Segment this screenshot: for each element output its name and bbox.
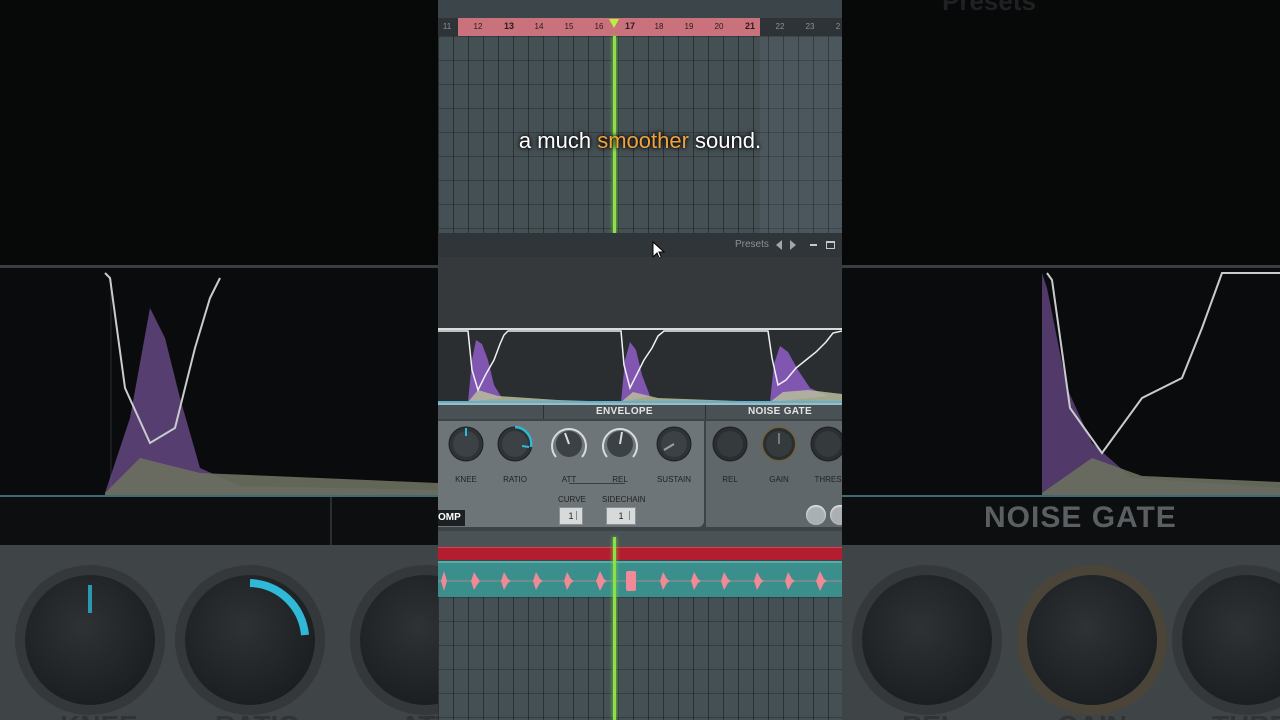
comp-tab[interactable]: OMP <box>438 510 465 526</box>
blur-waveform <box>842 268 1280 498</box>
blur-knee-knob <box>25 575 155 705</box>
ruler-bar-18: 18 <box>654 22 664 31</box>
blur-label-thres: THRES <box>1212 710 1280 720</box>
minimize-icon[interactable] <box>810 244 817 246</box>
section-divider <box>543 405 544 419</box>
waveform-display <box>438 328 842 406</box>
caption-after: sound. <box>695 128 762 153</box>
blur-dark-area <box>0 0 438 265</box>
gain-knob[interactable]: GAIN <box>760 425 798 484</box>
plugin-header-area <box>438 257 842 330</box>
playlist-grid-bottom[interactable] <box>438 597 842 720</box>
preset-next-icon[interactable] <box>790 240 796 250</box>
section-divider <box>705 405 706 419</box>
ruler-bar-13: 13 <box>503 21 514 31</box>
att-rel-link-line <box>569 483 625 484</box>
thres-label: THRES <box>814 475 842 484</box>
subtitle-caption: a much smoother sound. <box>438 128 842 154</box>
pattern-clip-header[interactable] <box>438 547 842 560</box>
background-blur-right: Presets NOISE GATE REL GAIN THRES <box>842 0 1280 720</box>
sidechain-label: SIDECHAIN <box>602 495 646 504</box>
sustain-knob[interactable]: SUSTAIN <box>655 425 693 484</box>
ruler-bar-22: 22 <box>775 22 785 31</box>
blur-label-knee: KNEE <box>60 710 138 720</box>
playhead-marker[interactable] <box>609 19 619 28</box>
ruler-bar-23: 23 <box>805 22 815 31</box>
rel-knob[interactable]: REL <box>601 425 639 484</box>
blur-scope-band <box>842 265 1280 498</box>
section-labels-bar: ENVELOPE NOISE GATE <box>438 403 842 419</box>
ruler-bar-12: 12 <box>473 22 483 31</box>
ruler-bar-11: 11 <box>442 22 452 31</box>
timeline-ruler[interactable]: 11 12 13 14 15 16 17 18 19 20 21 22 23 2 <box>438 18 842 36</box>
blur-att-knob <box>360 575 438 705</box>
playhead-line-lower <box>613 537 616 720</box>
ruler-bar-17: 17 <box>624 21 635 31</box>
ratio-knob[interactable]: RATIO <box>496 425 534 484</box>
gate-rel-knob[interactable]: REL <box>711 425 749 484</box>
blur-label-band: NOISE GATE <box>842 495 1280 547</box>
curve-label: CURVE <box>558 495 586 504</box>
ruler-bar-16: 16 <box>594 22 604 31</box>
blur-knob-area: KNEE RATIO ATT <box>0 545 438 720</box>
blur-gain-knob <box>1027 575 1157 705</box>
ruler-bar-24: 2 <box>835 22 841 31</box>
video-frame: 11 12 13 14 15 16 17 18 19 20 21 22 23 2… <box>438 0 842 720</box>
gate-option-button[interactable] <box>806 505 826 525</box>
envelope-section-label: ENVELOPE <box>596 406 653 417</box>
curve-spinbox[interactable]: 1 <box>559 507 583 525</box>
noise-gate-section-label: NOISE GATE <box>748 406 812 417</box>
blur-rel-knob <box>862 575 992 705</box>
maximize-icon[interactable] <box>826 241 835 249</box>
blur-thres-knob <box>1182 575 1280 705</box>
blur-label-rel: REL <box>902 710 958 720</box>
ruler-bar-14: 14 <box>534 22 544 31</box>
blur-label-band <box>0 495 438 547</box>
blur-label-att: ATT <box>400 710 438 720</box>
thres-knob[interactable]: THRES <box>809 425 842 484</box>
ruler-bar-20: 20 <box>714 22 724 31</box>
blur-noise-gate: NOISE GATE <box>984 501 1177 534</box>
blur-ratio-knob <box>185 575 315 705</box>
ruler-bar-19: 19 <box>684 22 694 31</box>
blur-scope-band <box>0 265 438 498</box>
blur-knob-area: REL GAIN THRES <box>842 545 1280 720</box>
blur-label-ratio: RATIO <box>215 710 300 720</box>
caption-before: a much <box>518 128 592 153</box>
plugin-controls: KNEE RATIO ATT REL SUSTAIN CURVE 1 SIDEC… <box>438 419 842 531</box>
pattern-notes <box>438 571 842 591</box>
blur-presets: Presets <box>942 0 1036 16</box>
waveform-graph <box>438 330 842 403</box>
sustain-label: SUSTAIN <box>656 475 692 484</box>
ruler-bar-15: 15 <box>564 22 574 31</box>
blur-label-gain: GAIN <box>1057 710 1127 720</box>
att-knob[interactable]: ATT <box>550 425 588 484</box>
ruler-bar-21: 21 <box>744 21 755 31</box>
blur-dark-area: Presets <box>842 0 1280 265</box>
sidechain-spinbox[interactable]: 1 <box>606 507 636 525</box>
background-blur-left: KNEE RATIO ATT <box>0 0 438 720</box>
playlist-header-gap <box>438 531 842 547</box>
preset-prev-icon[interactable] <box>776 240 782 250</box>
plugin-titlebar[interactable]: Presets <box>438 233 842 258</box>
caption-highlight: smoother <box>597 128 689 153</box>
presets-label[interactable]: Presets <box>735 239 769 250</box>
pattern-clip[interactable] <box>438 561 842 599</box>
knee-knob[interactable]: KNEE <box>447 425 485 484</box>
blur-waveform <box>0 272 438 498</box>
ratio-label: RATIO <box>503 475 527 484</box>
